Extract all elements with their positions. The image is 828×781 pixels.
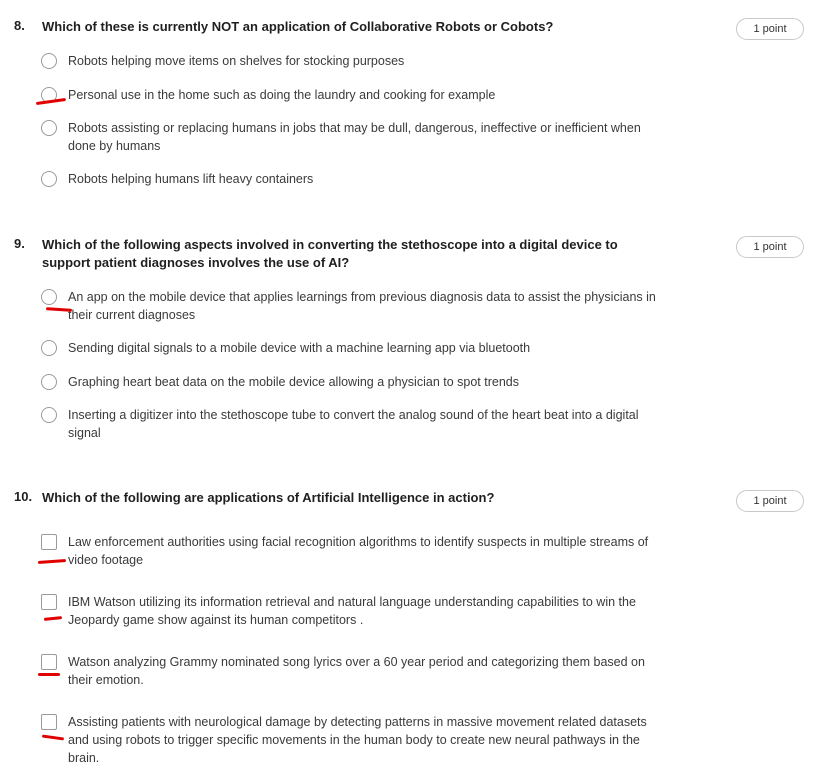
question-number: 10.: [14, 489, 33, 504]
radio-button[interactable]: [41, 407, 57, 423]
checkbox[interactable]: [41, 714, 57, 730]
radio-button[interactable]: [41, 171, 57, 187]
radio-button[interactable]: [41, 289, 57, 305]
points-badge: 1 point: [736, 236, 804, 258]
question-text: Which of the following aspects involved …: [42, 237, 618, 270]
option-label: Robots helping move items on shelves for…: [68, 54, 405, 68]
annotation-mark: [41, 734, 65, 741]
option-label: Watson analyzing Grammy nominated song l…: [68, 655, 645, 687]
annotation-mark: [43, 616, 63, 621]
option-label: Graphing heart beat data on the mobile d…: [68, 375, 519, 389]
option-label: Robots assisting or replacing humans in …: [68, 121, 641, 153]
annotation-mark: [45, 307, 73, 312]
radio-button[interactable]: [41, 53, 57, 69]
checkbox[interactable]: [41, 594, 57, 610]
checkbox[interactable]: [41, 534, 57, 550]
option-label: IBM Watson utilizing its information ret…: [68, 595, 636, 627]
option-label: Robots helping humans lift heavy contain…: [68, 172, 314, 186]
points-badge: 1 point: [736, 490, 804, 512]
option-label: Inserting a digitizer into the stethosco…: [68, 408, 639, 440]
option-label: Law enforcement authorities using facial…: [68, 535, 649, 567]
option-label: Assisting patients with neurological dam…: [68, 715, 647, 765]
question-number: 9.: [14, 236, 25, 251]
option-label: Personal use in the home such as doing t…: [68, 88, 496, 102]
option-label: Sending digital signals to a mobile devi…: [68, 341, 531, 355]
radio-button[interactable]: [41, 120, 57, 136]
annotation-mark: [37, 559, 67, 564]
radio-button[interactable]: [41, 374, 57, 390]
radio-button[interactable]: [41, 340, 57, 356]
option-label: An app on the mobile device that applies…: [68, 290, 656, 322]
question-text: Which of these is currently NOT an appli…: [42, 19, 554, 34]
points-badge: 1 point: [736, 18, 804, 40]
question-text: Which of the following are applications …: [42, 490, 495, 505]
annotation-mark: [35, 97, 67, 106]
annotation-mark: [38, 673, 60, 676]
checkbox[interactable]: [41, 654, 57, 670]
question-number: 8.: [14, 18, 25, 33]
